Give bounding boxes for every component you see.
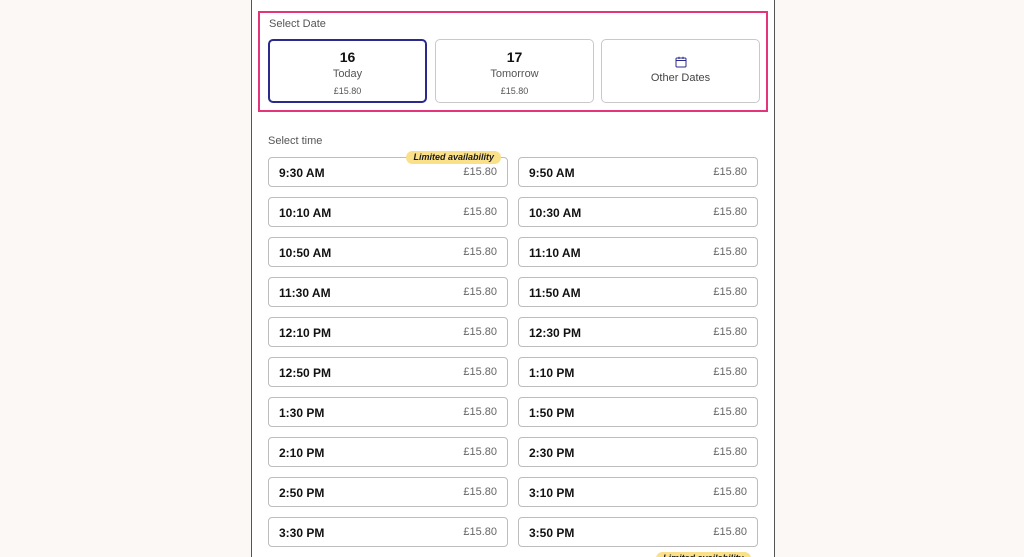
time-slot[interactable]: 12:10 PM £15.80 [268,317,508,347]
date-price: £15.80 [333,86,362,96]
time-slot[interactable]: 10:50 AM £15.80 [268,237,508,267]
time-slot[interactable]: 2:10 PM £15.80 [268,437,508,467]
slot-time: 11:30 AM [279,286,331,300]
slot-price: £15.80 [713,286,747,298]
slot-price: £15.80 [713,246,747,258]
slot-time: 12:10 PM [279,326,332,340]
time-slot[interactable]: 3:50 PM £15.80 [518,517,758,547]
date-card-other-dates[interactable]: Other Dates [601,39,760,103]
slot-price: £15.80 [463,206,497,218]
slot-time: 9:30 AM [279,166,325,180]
slot-price: £15.80 [463,446,497,458]
slot-price: £15.80 [713,446,747,458]
slot-time: 3:50 PM [529,526,575,540]
slot-price: £15.80 [713,326,747,338]
slot-price: £15.80 [713,206,747,218]
date-card-tomorrow[interactable]: 17 Tomorrow £15.80 [435,39,594,103]
time-slot[interactable]: 11:10 AM £15.80 [518,237,758,267]
time-slot[interactable]: 3:30 PM £15.80 [268,517,508,547]
slot-time: 10:10 AM [279,206,332,220]
slot-time: 10:50 AM [279,246,332,260]
time-slot[interactable]: 1:30 PM £15.80 [268,397,508,427]
limited-availability-badge: Limited availability [406,151,501,164]
slot-time: 2:10 PM [279,446,325,460]
limited-availability-badge: Limited availability [656,552,751,557]
slot-time: 3:30 PM [279,526,325,540]
time-slot[interactable]: 1:50 PM £15.80 [518,397,758,427]
slot-price: £15.80 [713,486,747,498]
slot-time: 11:50 AM [529,286,581,300]
slot-time: 12:50 PM [279,366,332,380]
slot-time: 1:50 PM [529,406,575,420]
slot-price: £15.80 [713,166,747,178]
slot-time: 1:30 PM [279,406,325,420]
select-date-label: Select Date [269,18,326,30]
slot-price: £15.80 [463,486,497,498]
slot-time: 11:10 AM [529,246,581,260]
time-slot[interactable]: 9:30 AM £15.80 Limited availability [268,151,508,187]
slot-time: 12:30 PM [529,326,582,340]
time-slot[interactable]: 12:50 PM £15.80 [268,357,508,387]
slot-price: £15.80 [713,366,747,378]
date-selector: Select Date 16 Today £15.80 17 Tomorrow … [258,11,768,112]
slot-time: 3:10 PM [529,486,575,500]
calendar-icon [675,56,686,68]
slot-time: 9:50 AM [529,166,575,180]
slot-price: £15.80 [463,326,497,338]
time-slot[interactable]: 1:10 PM £15.80 [518,357,758,387]
time-slot[interactable]: 12:30 PM £15.80 [518,317,758,347]
slot-price: £15.80 [463,286,497,298]
slot-price: £15.80 [463,166,497,178]
time-slot[interactable]: 11:50 AM £15.80 [518,277,758,307]
time-slot[interactable]: 2:30 PM £15.80 [518,437,758,467]
date-card-today[interactable]: 16 Today £15.80 [268,39,427,103]
slot-price: £15.80 [463,246,497,258]
slot-price: £15.80 [463,526,497,538]
time-slot[interactable]: 3:10 PM £15.80 [518,477,758,507]
date-sub: Today [332,68,363,80]
slot-time: 2:30 PM [529,446,575,460]
other-dates-label: Other Dates [650,72,711,84]
slot-time: 2:50 PM [279,486,325,500]
slot-price: £15.80 [713,406,747,418]
time-slot[interactable]: 10:10 AM £15.80 [268,197,508,227]
time-slot[interactable]: 11:30 AM £15.80 [268,277,508,307]
date-sub: Tomorrow [490,68,539,80]
slot-time: 10:30 AM [529,206,582,220]
time-slot[interactable]: 9:50 AM £15.80 [518,157,758,187]
select-time-label: Select time [268,135,323,147]
time-slot[interactable]: 10:30 AM £15.80 [518,197,758,227]
slot-price: £15.80 [463,366,497,378]
slot-price: £15.80 [713,526,747,538]
booking-panel: Select Date 16 Today £15.80 17 Tomorrow … [251,0,775,557]
slot-time: 1:10 PM [529,366,575,380]
date-day: 16 [339,49,356,65]
date-price: £15.80 [500,86,529,96]
slot-price: £15.80 [463,406,497,418]
time-slot[interactable]: 2:50 PM £15.80 [268,477,508,507]
date-day: 17 [506,49,523,65]
